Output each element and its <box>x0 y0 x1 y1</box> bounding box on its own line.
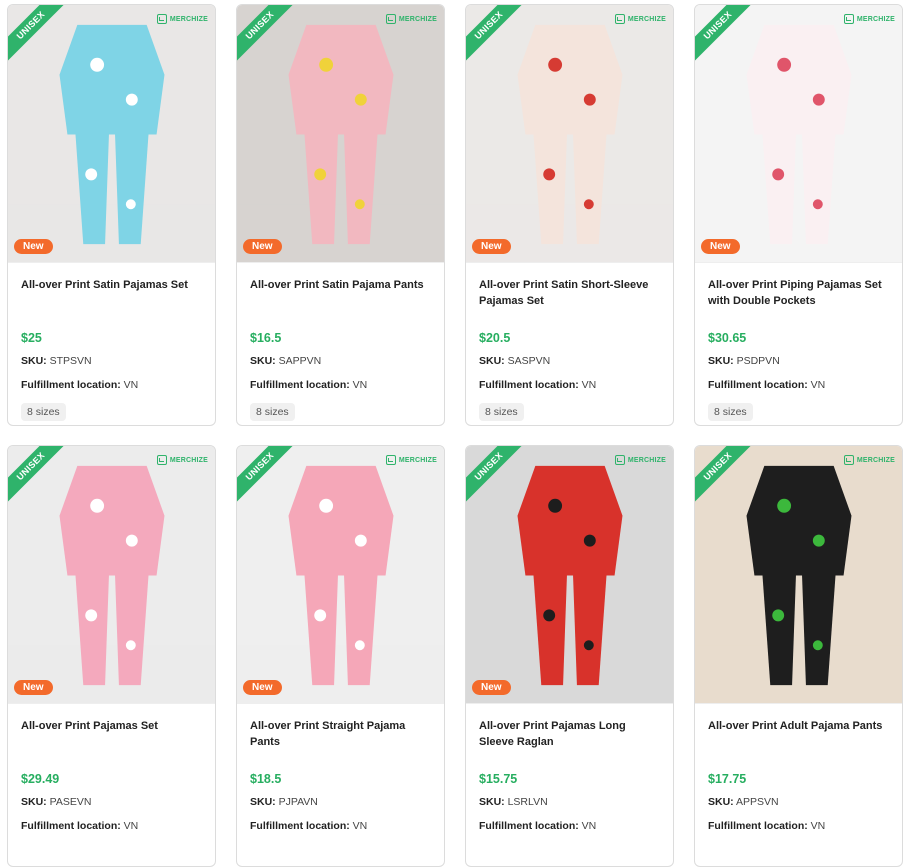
fulfillment-location: Fulfillment location: VN <box>708 379 826 391</box>
unisex-ribbon: UNISEX <box>695 446 759 510</box>
product-info: All-over Print Pajamas Long Sleeve Ragla… <box>466 718 673 832</box>
new-badge: New <box>14 680 53 695</box>
product-title[interactable]: All-over Print Pajamas Set <box>21 718 202 752</box>
merchize-brand-mark: MERCHIZE <box>156 14 208 24</box>
merchize-brand-mark: MERCHIZE <box>385 455 437 465</box>
product-card[interactable]: UNISEX MERCHIZE New All-over Print Pajam… <box>465 445 674 867</box>
product-image[interactable]: UNISEX MERCHIZE New <box>237 446 444 704</box>
unisex-ribbon: UNISEX <box>695 5 759 69</box>
product-card[interactable]: UNISEX MERCHIZE New All-over Print Satin… <box>236 4 445 426</box>
merchize-logo-icon <box>156 14 167 24</box>
new-badge: New <box>701 239 740 254</box>
product-sku: SKU: SAPPVN <box>250 355 322 367</box>
product-title[interactable]: All-over Print Pajamas Long Sleeve Ragla… <box>479 718 660 752</box>
product-grid: UNISEX MERCHIZE New All-over Print Satin… <box>7 4 903 867</box>
fulfillment-location: Fulfillment location: VN <box>21 820 139 832</box>
merchize-brand-mark: MERCHIZE <box>843 455 895 465</box>
merchize-brand-mark: MERCHIZE <box>843 14 895 24</box>
product-info: All-over Print Satin Pajama Pants $16.5 … <box>237 277 444 421</box>
merchize-brand-mark: MERCHIZE <box>614 455 666 465</box>
product-image[interactable]: UNISEX MERCHIZE New <box>8 446 215 704</box>
product-image[interactable]: UNISEX MERCHIZE New <box>237 5 444 263</box>
fulfillment-location: Fulfillment location: VN <box>708 820 826 832</box>
product-card[interactable]: UNISEX MERCHIZE New All-over Print Pipin… <box>694 4 903 426</box>
product-price: $25 <box>21 331 42 345</box>
sizes-chip[interactable]: 8 sizes <box>250 403 295 421</box>
merchize-logo-icon <box>614 455 625 465</box>
new-badge: New <box>472 680 511 695</box>
product-title[interactable]: All-over Print Adult Pajama Pants <box>708 718 889 752</box>
product-info: All-over Print Adult Pajama Pants $17.75… <box>695 718 902 832</box>
product-card[interactable]: UNISEX MERCHIZE New All-over Print Satin… <box>465 4 674 426</box>
product-image[interactable]: UNISEX MERCHIZE New <box>8 5 215 263</box>
product-sku: SKU: APPSVN <box>708 796 779 808</box>
product-image[interactable]: UNISEX MERCHIZE New <box>466 446 673 704</box>
product-price: $18.5 <box>250 772 282 786</box>
sizes-chip[interactable]: 8 sizes <box>479 403 524 421</box>
fulfillment-location: Fulfillment location: VN <box>250 379 368 391</box>
product-card[interactable]: UNISEX MERCHIZE New All-over Print Pajam… <box>7 445 216 867</box>
fulfillment-location: Fulfillment location: VN <box>479 820 597 832</box>
merchize-logo-icon <box>843 14 854 24</box>
product-title[interactable]: All-over Print Satin Pajama Pants <box>250 277 431 311</box>
product-sku: SKU: PSDPVN <box>708 355 780 367</box>
unisex-ribbon: UNISEX <box>466 5 530 69</box>
fulfillment-location: Fulfillment location: VN <box>479 379 597 391</box>
product-title[interactable]: All-over Print Straight Pajama Pants <box>250 718 431 752</box>
new-badge: New <box>14 239 53 254</box>
unisex-ribbon: UNISEX <box>466 446 530 510</box>
unisex-ribbon: UNISEX <box>237 5 301 69</box>
fulfillment-location: Fulfillment location: VN <box>250 820 368 832</box>
product-sku: SKU: STPSVN <box>21 355 92 367</box>
product-price: $15.75 <box>479 772 518 786</box>
product-sku: SKU: LSRLVN <box>479 796 548 808</box>
unisex-ribbon: UNISEX <box>8 446 72 510</box>
product-card[interactable]: UNISEX MERCHIZE All-over Print Adult Paj… <box>694 445 903 867</box>
unisex-ribbon: UNISEX <box>8 5 72 69</box>
new-badge: New <box>243 239 282 254</box>
merchize-logo-icon <box>156 455 167 465</box>
product-info: All-over Print Straight Pajama Pants $18… <box>237 718 444 832</box>
new-badge: New <box>472 239 511 254</box>
sizes-chip[interactable]: 8 sizes <box>21 403 66 421</box>
product-price: $20.5 <box>479 331 511 345</box>
product-title[interactable]: All-over Print Satin Short-Sleeve Pajama… <box>479 277 660 311</box>
product-sku: SKU: PASEVN <box>21 796 92 808</box>
product-title[interactable]: All-over Print Piping Pajamas Set with D… <box>708 277 889 311</box>
product-image[interactable]: UNISEX MERCHIZE New <box>695 5 902 263</box>
unisex-ribbon: UNISEX <box>237 446 301 510</box>
merchize-brand-mark: MERCHIZE <box>156 455 208 465</box>
merchize-logo-icon <box>843 455 854 465</box>
merchize-logo-icon <box>385 14 396 24</box>
product-price: $17.75 <box>708 772 747 786</box>
new-badge: New <box>243 680 282 695</box>
product-price: $29.49 <box>21 772 60 786</box>
sizes-chip[interactable]: 8 sizes <box>708 403 753 421</box>
merchize-brand-mark: MERCHIZE <box>614 14 666 24</box>
product-title[interactable]: All-over Print Satin Pajamas Set <box>21 277 202 311</box>
product-info: All-over Print Piping Pajamas Set with D… <box>695 277 902 421</box>
product-card[interactable]: UNISEX MERCHIZE New All-over Print Strai… <box>236 445 445 867</box>
product-sku: SKU: PJPAVN <box>250 796 318 808</box>
product-price: $30.65 <box>708 331 747 345</box>
product-info: All-over Print Satin Pajamas Set $25 SKU… <box>8 277 215 421</box>
product-image[interactable]: UNISEX MERCHIZE <box>695 446 902 704</box>
product-info: All-over Print Pajamas Set $29.49 SKU: P… <box>8 718 215 832</box>
merchize-brand-mark: MERCHIZE <box>385 14 437 24</box>
fulfillment-location: Fulfillment location: VN <box>21 379 139 391</box>
merchize-logo-icon <box>614 14 625 24</box>
merchize-logo-icon <box>385 455 396 465</box>
product-info: All-over Print Satin Short-Sleeve Pajama… <box>466 277 673 421</box>
product-sku: SKU: SASPVN <box>479 355 551 367</box>
product-price: $16.5 <box>250 331 282 345</box>
product-image[interactable]: UNISEX MERCHIZE New <box>466 5 673 263</box>
product-card[interactable]: UNISEX MERCHIZE New All-over Print Satin… <box>7 4 216 426</box>
